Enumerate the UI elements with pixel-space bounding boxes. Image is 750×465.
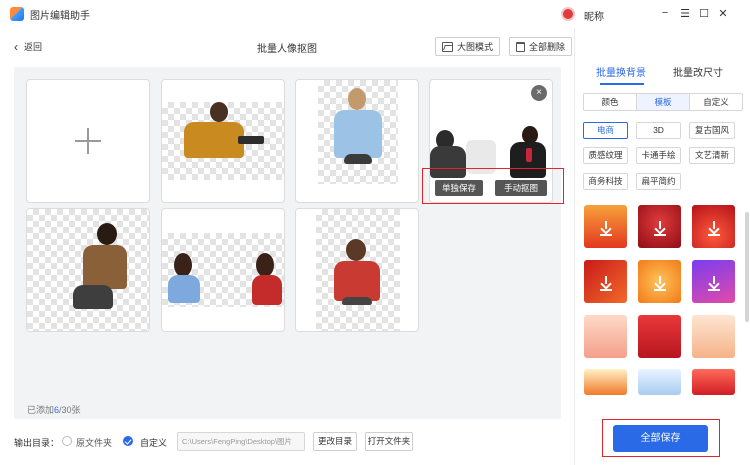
segment-custom[interactable]: 自定义	[690, 94, 742, 110]
style-tag[interactable]: 质感纹理	[583, 147, 628, 164]
template-scrollbar[interactable]	[745, 212, 749, 322]
download-icon	[600, 275, 612, 288]
back-button[interactable]: ‹ 返回	[14, 40, 42, 53]
background-type-switch: 颜色 模板 自定义	[583, 93, 743, 111]
delete-all-button[interactable]: 全部删除	[509, 37, 573, 56]
template-thumbnail[interactable]	[584, 369, 627, 395]
right-panel: 批量换背景 批量改尺寸 颜色 模板 自定义 电商 3D 复古国风 质感纹理 卡通…	[574, 28, 750, 465]
download-icon	[600, 220, 612, 233]
radio-source-folder[interactable]	[62, 436, 72, 446]
download-icon	[708, 275, 720, 288]
style-tag[interactable]: 文艺清新	[689, 147, 735, 164]
app-logo-icon	[10, 7, 24, 21]
tab-underline	[600, 83, 644, 85]
style-tag[interactable]: 3D	[636, 122, 681, 139]
highlight-box	[602, 419, 720, 457]
large-view-button[interactable]: 大图模式	[435, 37, 501, 56]
delete-all-label: 全部删除	[529, 42, 566, 52]
template-thumbnail[interactable]	[692, 315, 735, 358]
template-thumbnail[interactable]	[692, 260, 735, 303]
tab-batch-background[interactable]: 批量换背景	[596, 64, 646, 79]
template-thumbnail[interactable]	[584, 260, 627, 303]
template-thumbnail[interactable]	[584, 315, 627, 358]
template-thumbnail[interactable]	[638, 315, 681, 358]
open-folder-button[interactable]: 打开文件夹	[365, 432, 413, 451]
image-card[interactable]	[295, 208, 419, 332]
segment-color[interactable]: 颜色	[584, 94, 637, 110]
added-count: 已添加6/30张	[27, 405, 81, 415]
avatar[interactable]	[561, 7, 575, 21]
minimize-icon[interactable]: −	[658, 6, 672, 20]
style-tag[interactable]: 商务科技	[583, 173, 628, 190]
template-thumbnail[interactable]	[638, 369, 681, 395]
output-path-input[interactable]	[177, 432, 305, 451]
image-card[interactable]	[26, 208, 150, 332]
chevron-left-icon: ‹	[14, 39, 18, 54]
large-view-label: 大图模式	[457, 42, 494, 52]
template-thumbnail[interactable]	[692, 369, 735, 395]
back-label: 返回	[24, 42, 43, 52]
download-icon	[654, 220, 666, 233]
image-icon	[442, 41, 453, 52]
close-icon[interactable]: ✕	[716, 6, 730, 20]
trash-icon	[516, 41, 525, 52]
maximize-icon[interactable]: ☐	[697, 6, 711, 20]
card-close-button[interactable]: ×	[531, 85, 547, 101]
highlight-box	[422, 168, 564, 204]
segment-template[interactable]: 模板	[637, 94, 690, 110]
template-thumbnail[interactable]	[584, 205, 627, 248]
download-icon	[708, 220, 720, 233]
image-workspace: × 单独保存 手动抠图	[14, 67, 561, 419]
style-tag[interactable]: 扁平简约	[636, 173, 681, 190]
style-tag[interactable]: 卡通手绘	[636, 147, 681, 164]
menu-icon[interactable]: ☰	[678, 6, 692, 20]
change-dir-button[interactable]: 更改目录	[313, 432, 357, 451]
tab-batch-resize[interactable]: 批量改尺寸	[673, 64, 723, 79]
image-card[interactable]	[161, 79, 285, 203]
template-thumbnail[interactable]	[692, 205, 735, 248]
image-card[interactable]	[161, 208, 285, 332]
image-card[interactable]	[295, 79, 419, 203]
add-image-card[interactable]	[26, 79, 150, 203]
download-icon	[654, 275, 666, 288]
plus-icon	[75, 128, 101, 154]
nickname[interactable]: 昵称	[584, 8, 604, 23]
app-title: 图片编辑助手	[30, 10, 90, 22]
radio-custom-folder[interactable]	[123, 436, 133, 446]
workspace-header: ‹ 返回 批量人像抠图 大图模式 全部删除	[0, 28, 574, 64]
style-tag[interactable]: 电商	[583, 122, 628, 139]
output-dir-label: 输出目录：	[14, 438, 60, 448]
template-thumbnail[interactable]	[638, 260, 681, 303]
radio-custom-folder-label[interactable]: 自定义	[140, 436, 167, 449]
style-tag[interactable]: 复古国风	[689, 122, 735, 139]
radio-source-folder-label[interactable]: 原文件夹	[76, 436, 112, 449]
title-bar: 图片编辑助手	[0, 0, 750, 28]
template-thumbnail[interactable]	[638, 205, 681, 248]
